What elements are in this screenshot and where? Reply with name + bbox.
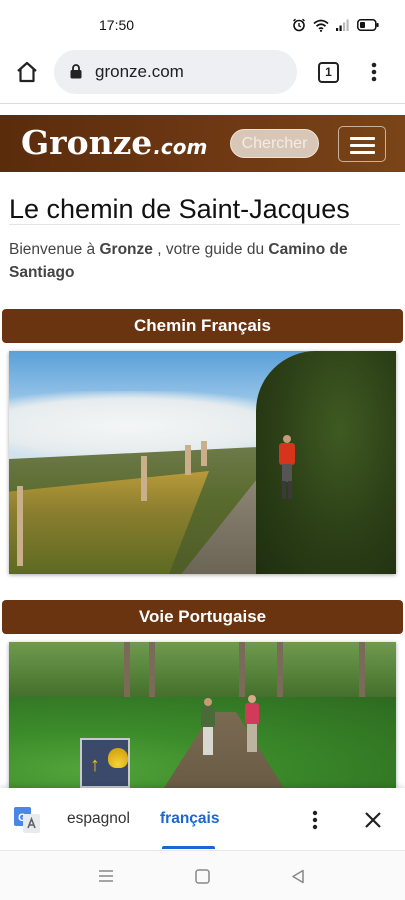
selected-tab-indicator [162,846,215,849]
google-translate-icon[interactable]: G [14,807,40,833]
pilgrim-figure [201,698,215,755]
hamburger-line [350,144,375,147]
wifi-icon [313,19,329,32]
translate-options-icon[interactable] [312,810,318,830]
lock-icon [70,64,82,79]
battery-icon [357,19,379,31]
site-logo[interactable]: Gronze .com [21,123,207,163]
back-triangle-icon[interactable] [291,869,305,884]
camino-waymarker: ↑ [80,738,130,788]
title-divider [9,224,400,225]
site-header: Gronze .com Chercher [0,115,405,172]
intro-brand: Gronze [99,241,153,258]
signal-icon [336,19,349,31]
browser-menu-icon[interactable] [371,62,377,82]
alarm-icon [293,18,305,32]
url-text[interactable]: gronze.com [95,62,184,82]
hamburger-menu-button[interactable] [338,126,386,162]
status-icons [292,18,379,32]
chemin-francais-photo[interactable] [9,351,396,574]
hamburger-line [350,137,375,140]
browser-toolbar: gronze.com 1 [0,44,405,100]
close-icon[interactable] [363,810,383,830]
logo-text: Gronze [21,123,153,162]
status-time: 17:50 [99,17,135,33]
page-title: Le chemin de Saint-Jacques [9,194,350,224]
system-navigation-bar [0,850,405,900]
intro-middle: , votre guide du [152,241,269,258]
pilgrim-figure [279,435,295,499]
logo-suffix: .com [153,135,208,159]
pilgrim-figure [245,695,259,752]
fence-post [17,486,23,566]
hamburger-line [350,151,375,154]
fence-post [141,456,147,501]
home-square-icon[interactable] [195,869,210,884]
tab-switcher-button[interactable]: 1 [318,62,339,83]
scallop-shell-icon [108,748,128,768]
fence-post [201,441,207,466]
toolbar-divider [0,103,405,104]
address-bar[interactable]: gronze.com [54,50,297,94]
search-button[interactable]: Chercher [230,129,319,158]
fence-post [185,445,191,475]
language-tab-source[interactable]: espagnol [67,810,130,828]
recents-menu-icon[interactable] [98,869,114,883]
section-header-voie-portugaise[interactable]: Voie Portugaise [2,600,403,634]
status-bar: 17:50 [0,0,405,44]
voie-portugaise-photo[interactable]: ↑ [9,642,396,788]
section-header-chemin-francais[interactable]: Chemin Français [2,309,403,343]
home-icon[interactable] [15,60,39,84]
translate-bar: G espagnol français [0,788,405,850]
waymark-arrow-icon: ↑ [90,754,100,776]
intro-text: Bienvenue à Gronze , votre guide du Cami… [9,238,389,284]
intro-prefix: Bienvenue à [9,241,100,258]
language-tab-target[interactable]: français [160,810,219,828]
